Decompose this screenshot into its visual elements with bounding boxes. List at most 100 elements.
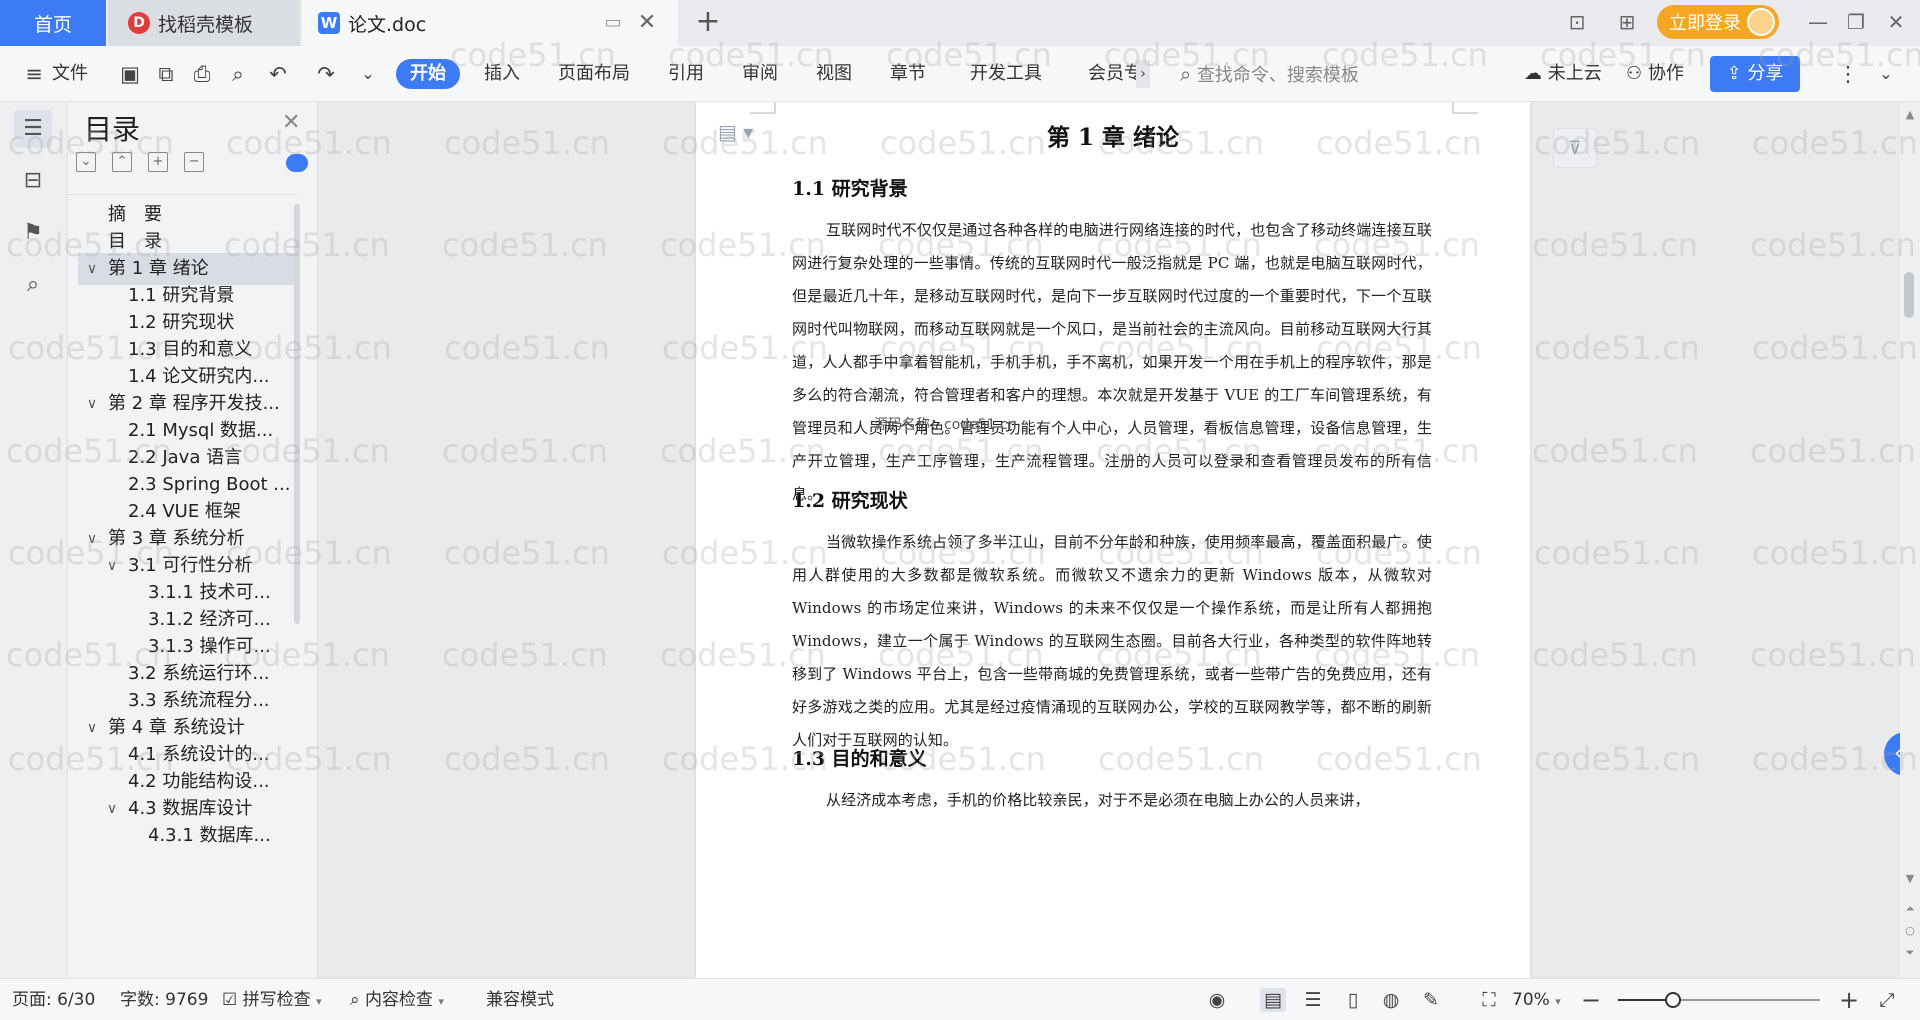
scroll-down-icon[interactable]: ▼ — [1902, 872, 1918, 885]
expand-all-icon[interactable]: ⌄ — [76, 152, 96, 172]
prev-page-icon[interactable]: ⏶ — [1902, 902, 1918, 916]
new-tab-button[interactable]: + — [692, 6, 724, 38]
save-icon[interactable]: ▣ — [116, 60, 144, 88]
toc-item[interactable]: 4.3.1 数据库... — [78, 820, 294, 852]
page-count[interactable]: 页面: 6/30 — [12, 989, 95, 1011]
toc-item-label: 4.3.1 数据库... — [148, 825, 271, 846]
page-corner-mark — [1452, 102, 1478, 114]
undo-icon[interactable]: ↶ — [264, 60, 292, 88]
collapse-ribbon-icon[interactable]: ⌄ — [1872, 60, 1900, 88]
web-view-icon[interactable]: ◍ — [1378, 988, 1404, 1012]
command-search[interactable]: ⌕ 查找命令、搜索模板 — [1180, 60, 1359, 88]
vertical-scrollbar[interactable]: ▲ ▼ ⏶ ○ ⏷ — [1900, 102, 1920, 978]
more-options-icon[interactable]: ⋮ — [1834, 60, 1862, 88]
write-view-icon[interactable]: ✎ — [1418, 988, 1444, 1012]
zoom-in-icon[interactable]: + — [1836, 988, 1862, 1012]
share-icon: ⇪ — [1726, 63, 1742, 84]
compat-mode: 兼容模式 — [486, 990, 554, 1010]
collapse-all-icon[interactable]: ⌃ — [112, 152, 132, 172]
side-panel-toggle[interactable]: ⊽ — [1553, 128, 1597, 168]
next-page-icon[interactable]: ⏷ — [1902, 946, 1918, 960]
menu-icon[interactable]: ≡ — [20, 60, 48, 88]
minimize-icon[interactable]: — — [1806, 8, 1830, 36]
search-icon: ⌕ — [1180, 62, 1192, 86]
dropdown-arrow-icon: ▾ — [1555, 995, 1561, 1008]
ribbon-tab-page-layout[interactable]: 页面布局 — [558, 60, 630, 88]
spellcheck-label: 拼写检查 — [242, 990, 311, 1010]
zoom-slider[interactable] — [1618, 992, 1820, 1008]
toc-list: 摘 要目 录 ∨ 第 1 章 绪论 1.1 研究背景 1.2 研究现状 1.3 目的和意义… — [68, 194, 298, 978]
zoom-level[interactable]: 70% ▾ — [1512, 989, 1561, 1011]
ribbon-scroll-right-icon[interactable]: › — [1136, 60, 1150, 88]
fit-page-icon[interactable]: ⛶ — [1476, 988, 1502, 1012]
login-button[interactable]: 立即登录 — [1657, 5, 1779, 39]
share-button[interactable]: ⇪ 分享 — [1710, 56, 1800, 92]
toc-scrollbar[interactable] — [294, 204, 300, 624]
tab-document[interactable]: W 论文.doc ▭ ✕ — [302, 0, 678, 46]
float-window-icon[interactable]: ▭ — [602, 12, 624, 34]
add-heading-icon[interactable]: + — [148, 152, 168, 172]
zoom-slider-handle[interactable] — [1664, 992, 1681, 1008]
bookmark-icon[interactable]: ⚑ — [14, 214, 52, 252]
toc-panel-icon[interactable]: ☰ — [14, 110, 52, 148]
maximize-icon[interactable]: ❐ — [1844, 8, 1868, 36]
section-heading: 1.2 研究现状 — [792, 490, 908, 512]
document-canvas[interactable]: ▤ ▾ 第 1 章 绪论 1.1 研究背景 互联网时代不仅仅是通过各种各样的电脑… — [318, 102, 1920, 978]
section-heading: 1.3 目的和意义 — [792, 748, 927, 770]
ai-assistant-icon[interactable] — [286, 154, 308, 172]
tab-home[interactable]: 首页 — [0, 0, 106, 46]
word-count[interactable]: 字数: 9769 — [120, 989, 208, 1011]
close-tab-icon[interactable]: ✕ — [636, 12, 658, 34]
page-corner-mark — [750, 102, 776, 114]
docer-logo-icon: D — [128, 12, 150, 34]
spellcheck-button[interactable]: ☑ 拼写检查 ▾ — [222, 989, 322, 1011]
ribbon-tab-insert[interactable]: 插入 — [484, 60, 520, 88]
tab-template-label: 找稻壳模板 — [158, 13, 254, 36]
export-pdf-icon[interactable]: ⧉ — [152, 60, 180, 88]
user-add-icon: ⚇ — [1626, 63, 1643, 84]
ribbon-tab-review[interactable]: 审阅 — [742, 60, 778, 88]
share-label: 分享 — [1747, 63, 1784, 84]
content-check-button[interactable]: ⌕ 内容检查 ▾ — [350, 989, 444, 1011]
collaborate-button[interactable]: ⚇ 协作 — [1626, 60, 1684, 88]
eye-protection-icon[interactable]: ◉ — [1204, 988, 1230, 1012]
cloud-status[interactable]: ☁ 未上云 — [1524, 60, 1602, 88]
ribbon-tab-view[interactable]: 视图 — [816, 60, 852, 88]
scroll-up-icon[interactable]: ▲ — [1902, 108, 1918, 121]
page-view-icon[interactable]: ▤ — [1260, 988, 1286, 1012]
dropdown-arrow-icon: ▾ — [438, 995, 444, 1008]
apps-grid-icon[interactable]: ⊞ — [1612, 8, 1642, 36]
select-browse-icon[interactable]: ○ — [1902, 924, 1918, 937]
fullscreen-icon[interactable]: ⤢ — [1874, 988, 1900, 1012]
wps-writer-icon: W — [318, 12, 340, 34]
remove-heading-icon[interactable]: − — [184, 152, 204, 172]
print-icon[interactable]: ⎙ — [188, 60, 216, 88]
close-panel-icon[interactable]: ✕ — [282, 110, 300, 135]
spellcheck-icon: ☑ — [222, 990, 238, 1010]
scroll-thumb[interactable] — [1904, 272, 1914, 318]
tab-template[interactable]: D 找稻壳模板 — [108, 0, 300, 46]
ribbon-toolbar: ≡ 文件 ▣ ⧉ ⎙ ⌕ ↶ ↷ ⌄ 开始 插入 页面布局 引用 审阅 视图 章… — [0, 46, 1920, 102]
file-menu[interactable]: 文件 — [52, 60, 88, 88]
ribbon-tab-start[interactable]: 开始 — [396, 59, 460, 89]
chapter-nav-icon[interactable]: ⊟ — [14, 162, 52, 200]
close-window-icon[interactable]: ✕ — [1884, 8, 1908, 36]
navigation-rail: ☰ ⊟ ⚑ ⌕ — [0, 102, 68, 978]
ribbon-tab-developer[interactable]: 开发工具 — [970, 60, 1042, 88]
redo-icon[interactable]: ↷ — [312, 60, 340, 88]
search-placeholder: 查找命令、搜索模板 — [1196, 65, 1359, 86]
outline-view-icon[interactable]: ☰ — [1300, 988, 1326, 1012]
zoom-out-icon[interactable]: − — [1578, 988, 1604, 1012]
reading-view-icon[interactable]: ▯ — [1340, 988, 1366, 1012]
document-page[interactable]: ▤ ▾ 第 1 章 绪论 1.1 研究背景 互联网时代不仅仅是通过各种各样的电脑… — [696, 102, 1530, 978]
layout-icon[interactable]: ⊡ — [1560, 8, 1594, 36]
dropdown-arrow-icon: ▾ — [316, 995, 322, 1008]
login-label: 立即登录 — [1669, 13, 1741, 34]
watermark-overlay-text: 源码名称：code51.cn — [874, 417, 1017, 433]
find-icon[interactable]: ⌕ — [14, 266, 52, 304]
section-heading: 1.1 研究背景 — [792, 178, 908, 200]
quick-access-dropdown-icon[interactable]: ⌄ — [354, 60, 382, 88]
ribbon-tab-section[interactable]: 章节 — [890, 60, 926, 88]
ribbon-tab-references[interactable]: 引用 — [668, 60, 704, 88]
print-preview-icon[interactable]: ⌕ — [224, 60, 252, 88]
